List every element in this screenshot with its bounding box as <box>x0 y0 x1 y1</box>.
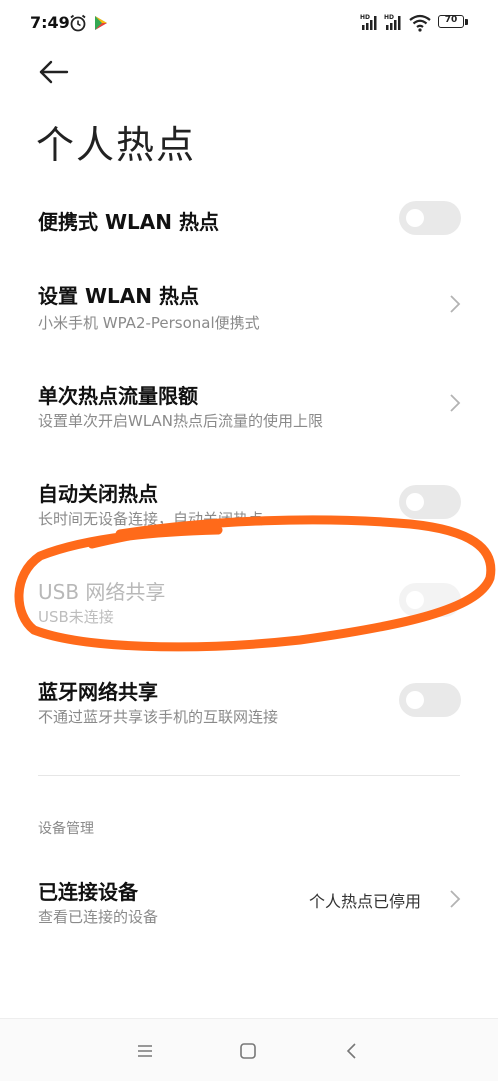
hd-signal-icon: HD <box>360 14 377 30</box>
hotspot-status-value: 个人热点已停用 <box>309 892 422 911</box>
arrow-left-icon <box>39 60 69 84</box>
usb-tethering-title: USB 网络共享 <box>38 580 166 604</box>
toggle-knob <box>406 591 424 609</box>
status-time: 7:49 <box>30 13 70 32</box>
toggle-knob <box>406 493 424 511</box>
back-button[interactable] <box>36 54 72 90</box>
auto-off-subtitle: 长时间无设备连接，自动关闭热点 <box>38 510 264 528</box>
connected-devices-row[interactable]: 已连接设备 查看已连接的设备 个人热点已停用 <box>0 866 498 936</box>
portable-wlan-row[interactable]: 便携式 WLAN 热点 <box>0 190 498 248</box>
battery-tip <box>465 19 468 25</box>
setup-wlan-title: 设置 WLAN 热点 <box>38 284 199 308</box>
setup-wlan-row[interactable]: 设置 WLAN 热点 小米手机 WPA2-Personal便携式 <box>0 270 498 340</box>
data-limit-subtitle: 设置单次开启WLAN热点后流量的使用上限 <box>38 412 324 430</box>
menu-icon <box>138 1045 152 1057</box>
connected-devices-title: 已连接设备 <box>38 880 138 904</box>
data-limit-title: 单次热点流量限额 <box>38 384 198 408</box>
device-section-header: 设备管理 <box>38 821 94 837</box>
bt-tethering-row[interactable]: 蓝牙网络共享 不通过蓝牙共享该手机的互联网连接 <box>0 666 498 736</box>
portable-wlan-title: 便携式 WLAN 热点 <box>38 210 219 234</box>
bt-tethering-title: 蓝牙网络共享 <box>38 680 158 704</box>
usb-tethering-toggle <box>399 583 461 617</box>
connected-devices-subtitle: 查看已连接的设备 <box>38 908 159 926</box>
portable-wlan-toggle[interactable] <box>399 201 461 235</box>
svg-text:HD: HD <box>360 14 370 21</box>
battery-icon: 70 <box>438 15 464 28</box>
wifi-icon <box>409 14 431 32</box>
battery-level: 70 <box>444 15 458 25</box>
auto-off-row[interactable]: 自动关闭热点 长时间无设备连接，自动关闭热点 <box>0 468 498 538</box>
chevron-right-icon <box>450 394 461 412</box>
section-divider <box>38 775 460 776</box>
chevron-right-icon <box>450 890 461 908</box>
bt-tethering-toggle[interactable] <box>399 683 461 717</box>
bt-tethering-subtitle: 不通过蓝牙共享该手机的互联网连接 <box>38 708 279 726</box>
home-icon <box>240 1043 256 1059</box>
chevron-left-icon <box>346 1043 356 1059</box>
navigation-bar <box>0 1018 498 1081</box>
toggle-knob <box>406 209 424 227</box>
back-nav-button[interactable] <box>340 1039 364 1063</box>
toggle-knob <box>406 691 424 709</box>
menu-button[interactable] <box>133 1039 157 1063</box>
auto-off-toggle[interactable] <box>399 485 461 519</box>
usb-tethering-row: USB 网络共享 USB未连接 <box>0 566 498 636</box>
chevron-right-icon <box>450 295 461 313</box>
status-bar: 7:49 HD HD 70 <box>0 0 498 46</box>
usb-tethering-subtitle: USB未连接 <box>38 608 114 626</box>
alarm-icon <box>70 14 86 32</box>
data-limit-row[interactable]: 单次热点流量限额 设置单次开启WLAN热点后流量的使用上限 <box>0 370 498 440</box>
page-title: 个人热点 <box>36 123 197 167</box>
setup-wlan-subtitle: 小米手机 WPA2-Personal便携式 <box>38 314 260 332</box>
svg-text:HD: HD <box>384 14 394 21</box>
play-store-icon <box>95 16 107 30</box>
hd-signal-icon: HD <box>384 14 401 30</box>
auto-off-title: 自动关闭热点 <box>38 482 158 506</box>
home-button[interactable] <box>236 1039 260 1063</box>
